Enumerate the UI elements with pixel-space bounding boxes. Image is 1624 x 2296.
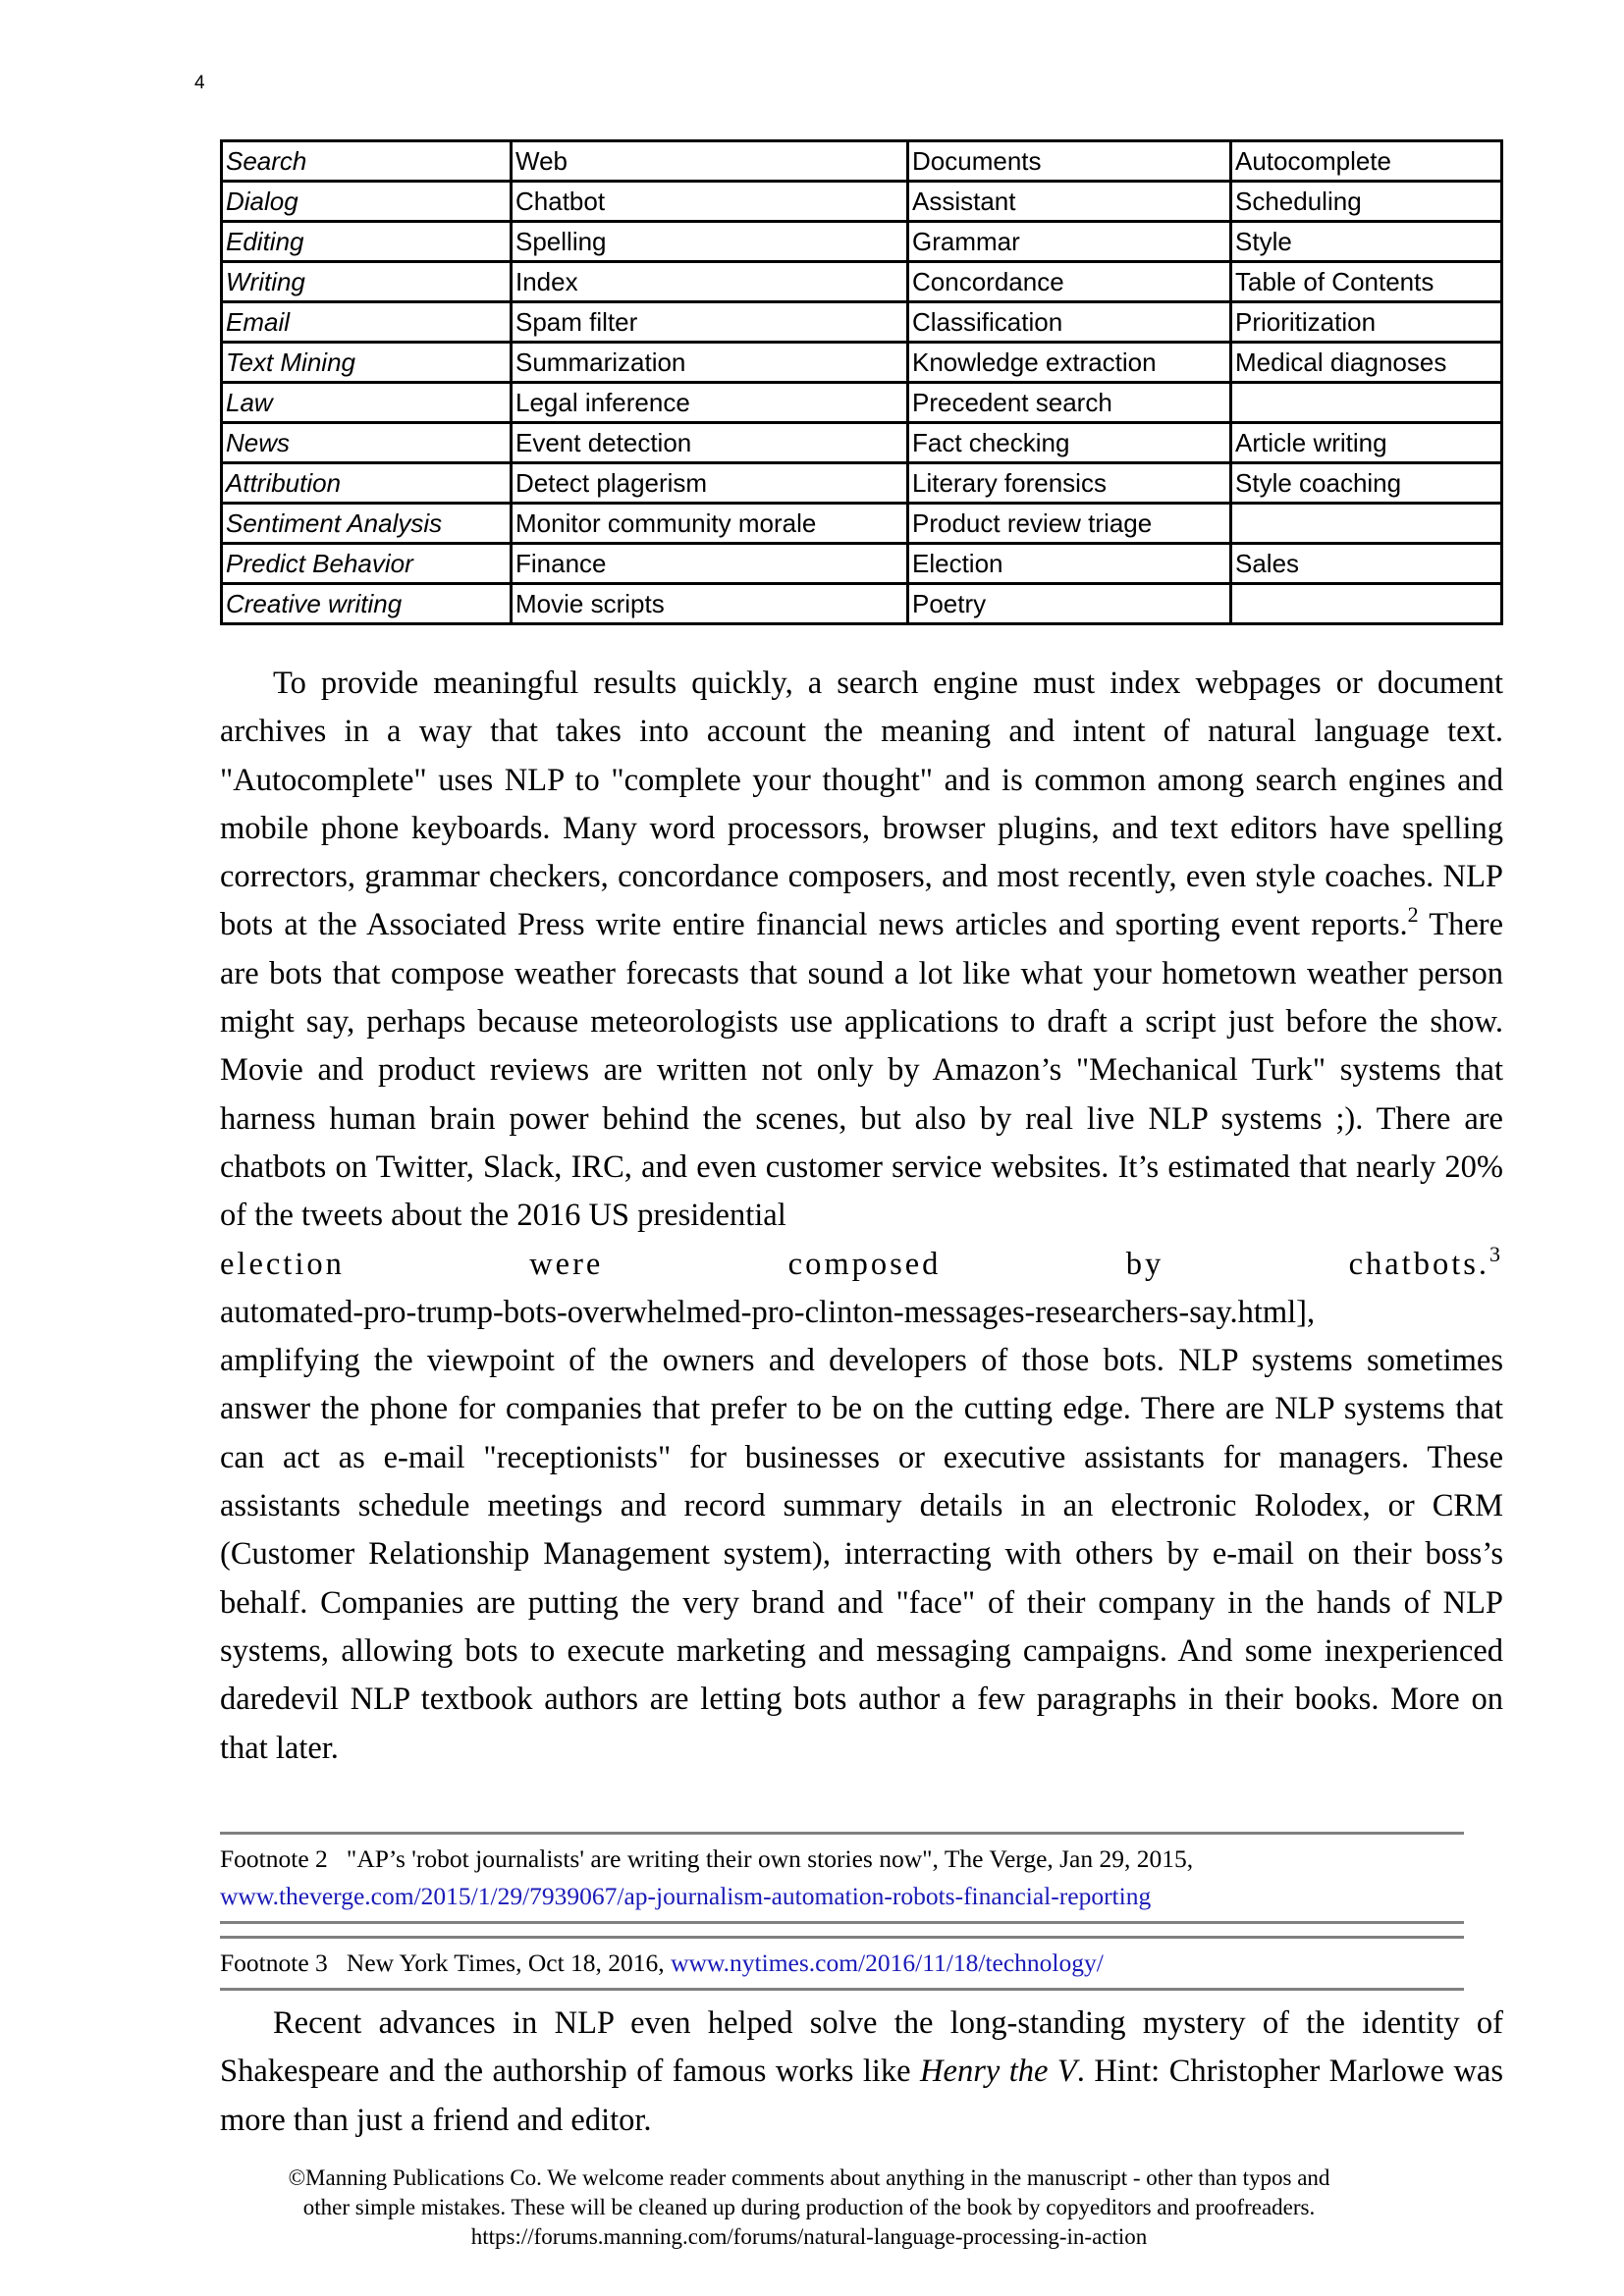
paragraph-body: Recent advances in NLP even helped solve… [220,2000,1503,2145]
table-row: Text Mining Summarization Knowledge extrac… [220,341,1503,384]
application-cell: Monitor community morale [510,502,909,545]
category-cell: Predict Behavior [220,542,513,585]
paragraph-shakespeare: Recent advances in NLP even helped solve… [220,2000,1503,2145]
application-cell: Web [510,139,909,183]
application-cell: Style [1229,220,1503,263]
application-cell: Finance [510,542,909,585]
spaced-line: election were composed by chatbots.3 [220,1241,1503,1289]
application-cell [1229,582,1503,625]
paragraph-text: amplifying the viewpoint of the owners a… [220,1343,1503,1766]
application-cell: Literary forensics [906,461,1232,505]
table-row: Predict Behavior Finance Election Sales [220,542,1503,585]
nlp-applications-table: Search Web Documents Autocomplete Dialog Chat… [220,139,1503,625]
application-cell: Spam filter [510,300,909,344]
application-cell: Article writing [1229,421,1503,464]
footnote-link[interactable]: www.nytimes.com/2016/11/18/technology/ [671,1949,1104,1977]
application-cell [1229,381,1503,424]
table-row: Editing Spelling Grammar Style [220,220,1503,263]
table-row: Email Spam filter Classification Prioritiza… [220,300,1503,344]
application-cell: Legal inference [510,381,909,424]
category-cell: Search [220,139,513,183]
application-cell: Sales [1229,542,1503,585]
application-cell: Index [510,260,909,303]
footnote-2: Footnote 2 "AP’s 'robot journalists' are… [220,1835,1464,1921]
application-cell: Style coaching [1229,461,1503,505]
table-row: Attribution Detect plagerism Literary fore… [220,461,1503,505]
paragraph-text: To provide meaningful results quickly, a… [220,666,1503,943]
footnote-ref-2[interactable]: 2 [1408,902,1419,927]
application-cell: Medical diagnoses [1229,341,1503,384]
application-cell: Documents [906,139,1232,183]
table-row: Sentiment Analysis Monitor community mora… [220,502,1503,545]
category-cell: Attribution [220,461,513,505]
table-row: News Event detection Fact checking Article … [220,421,1503,464]
category-cell: Text Mining [220,341,513,384]
paragraph-text-url-fragment: automated-pro-trump-bots-overwhelmed-pro… [220,1294,1316,1330]
word: were [529,1246,604,1282]
word: election [220,1246,345,1282]
table-row: Law Legal inference Precedent search [220,381,1503,424]
category-cell: Dialog [220,180,513,223]
application-cell: Summarization [510,341,909,384]
category-cell: Editing [220,220,513,263]
copyright-line: other simple mistakes. These will be cle… [302,2195,1316,2219]
application-cell: Classification [906,300,1232,344]
footnote-rule [220,1988,1464,1991]
table-row: Search Web Documents Autocomplete [220,139,1503,183]
application-cell: Scheduling [1229,180,1503,223]
application-cell: Event detection [510,421,909,464]
application-cell: Grammar [906,220,1232,263]
footnote-label: Footnote 3 [220,1949,328,1977]
application-cell: Knowledge extraction [906,341,1232,384]
copyright-notice: ©Manning Publications Co. We welcome rea… [220,2163,1398,2252]
footnote-text: "AP’s 'robot journalists' are writing th… [346,1844,1194,1873]
category-cell: Writing [220,260,513,303]
work-title: Henry the V [920,2054,1077,2090]
category-cell: Email [220,300,513,344]
paragraph-body: To provide meaningful results quickly, a… [220,660,1503,1241]
paragraph-nlp-uses: To provide meaningful results quickly, a… [220,660,1503,1773]
footnotes: Footnote 2 "AP’s 'robot journalists' are… [220,1832,1464,1991]
application-cell: Autocomplete [1229,139,1503,183]
application-cell: Fact checking [906,421,1232,464]
table-row: Writing Index Concordance Table of Contents [220,260,1503,303]
category-cell: Law [220,381,513,424]
application-cell: Assistant [906,180,1232,223]
word: chatbots. [1348,1246,1489,1282]
word: composed [787,1246,942,1282]
word: by [1125,1246,1164,1282]
footnote-text: New York Times, Oct 18, 2016, [346,1949,665,1977]
footnote-ref-3[interactable]: 3 [1489,1242,1503,1266]
application-cell [1229,502,1503,545]
application-cell: Product review triage [906,502,1232,545]
footnote-3: Footnote 3 New York Times, Oct 18, 2016,… [220,1939,1464,1988]
table-row: Dialog Chatbot Assistant Scheduling [220,180,1503,223]
application-cell: Poetry [906,582,1232,625]
word-with-ref: chatbots.3 [1349,1241,1503,1289]
page-number: 4 [194,73,205,93]
application-cell: Movie scripts [510,582,909,625]
footnote-link[interactable]: www.theverge.com/2015/1/29/7939067/ap-jo… [220,1882,1151,1910]
category-cell: Creative writing [220,582,513,625]
application-cell: Prioritization [1229,300,1503,344]
application-cell: Concordance [906,260,1232,303]
footnote-label: Footnote 2 [220,1844,328,1873]
copyright-line: ©Manning Publications Co. We welcome rea… [288,2165,1330,2190]
application-cell: Spelling [510,220,909,263]
forum-url[interactable]: https://forums.manning.com/forums/natura… [220,2222,1398,2252]
application-cell: Table of Contents [1229,260,1503,303]
paragraph-text: There are bots that compose weather fore… [220,907,1503,1234]
application-cell: Detect plagerism [510,461,909,505]
category-cell: News [220,421,513,464]
table-row: Creative writing Movie scripts Poetry [220,582,1503,625]
category-cell: Sentiment Analysis [220,502,513,545]
application-cell: Election [906,542,1232,585]
application-cell: Precedent search [906,381,1232,424]
application-cell: Chatbot [510,180,909,223]
